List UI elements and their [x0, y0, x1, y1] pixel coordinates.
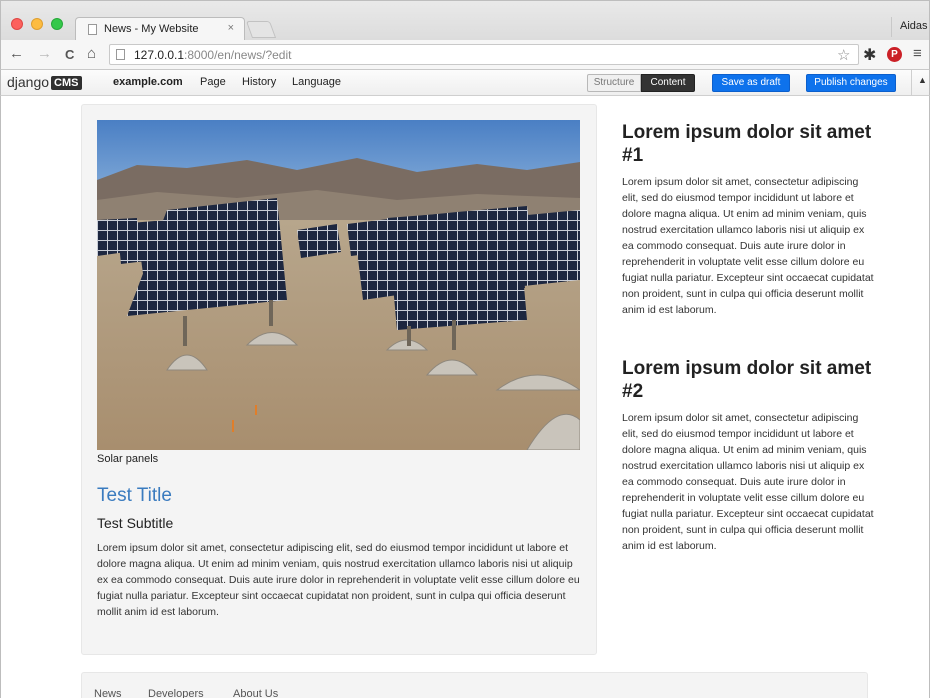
content-mode-button[interactable]: Content [641, 74, 695, 92]
footer-link-news[interactable]: News [94, 688, 122, 698]
reload-icon[interactable]: C [65, 46, 74, 64]
window-minimize-button[interactable] [31, 18, 43, 30]
toolbar-divider [911, 70, 912, 96]
browser-menu-icon[interactable]: ≡ [913, 45, 922, 62]
sidebar-post-body: Lorem ipsum dolor sit amet, consectetur … [622, 176, 874, 316]
bookmark-star-icon[interactable]: ☆ [837, 46, 850, 64]
cms-menu-history[interactable]: History [242, 76, 276, 88]
footer-link-about-us[interactable]: About Us [233, 688, 278, 698]
cms-site-menu[interactable]: example.com [113, 76, 183, 88]
sidebar-post-body: Lorem ipsum dolor sit amet, consectetur … [622, 412, 874, 552]
sidebar-post-title[interactable]: Lorem ipsum dolor sit amet #2 [622, 357, 872, 403]
save-as-draft-button[interactable]: Save as draft [712, 74, 790, 92]
address-bar[interactable]: 127.0.0.1:8000/en/news/?edit [109, 44, 859, 65]
window-border-left [0, 96, 1, 698]
profile-button[interactable]: Aidas [891, 17, 929, 37]
new-tab-button[interactable] [245, 21, 277, 38]
url-text: 127.0.0.1:8000/en/news/?edit [134, 48, 292, 62]
cms-menu-page[interactable]: Page [200, 76, 226, 88]
window-close-button[interactable] [11, 18, 23, 30]
collapse-toolbar-icon[interactable]: ▲ [918, 75, 927, 85]
image-caption: Solar panels [97, 453, 159, 465]
publish-changes-button[interactable]: Publish changes [806, 74, 896, 92]
solar-panels-image [97, 120, 580, 450]
footer-link-developers[interactable]: Developers [148, 688, 204, 698]
window-zoom-button[interactable] [51, 18, 63, 30]
article-title[interactable]: Test Title [97, 485, 172, 507]
tab-close-icon[interactable]: × [228, 22, 234, 34]
sidebar-post-title[interactable]: Lorem ipsum dolor sit amet #1 [622, 121, 872, 167]
browser-tab[interactable]: News - My Website × [75, 17, 245, 41]
page-favicon-icon [88, 24, 97, 35]
back-icon[interactable]: ← [9, 45, 24, 63]
article-body: Lorem ipsum dolor sit amet, consectetur … [97, 542, 580, 618]
browser-tab-bar: News - My Website × Aidas [0, 0, 930, 41]
forward-icon[interactable]: → [37, 45, 52, 63]
structure-mode-button[interactable]: Structure [587, 74, 641, 92]
page-icon [116, 49, 125, 60]
extension-gear-icon[interactable]: ✱ [863, 45, 876, 65]
browser-nav-bar: ← → C ⌂ 127.0.0.1:8000/en/news/?edit ☆ ✱… [0, 40, 930, 70]
tab-title: News - My Website [104, 23, 199, 35]
django-cms-logo[interactable]: django CMS [7, 74, 82, 90]
cms-menu-language[interactable]: Language [292, 76, 341, 88]
home-icon[interactable]: ⌂ [87, 45, 96, 63]
footer-nav: News Developers About Us [81, 672, 868, 698]
cms-toolbar: django CMS example.com Page History Langu… [0, 70, 930, 96]
pinterest-extension-icon[interactable]: P [887, 47, 902, 62]
article-subtitle: Test Subtitle [97, 515, 174, 531]
